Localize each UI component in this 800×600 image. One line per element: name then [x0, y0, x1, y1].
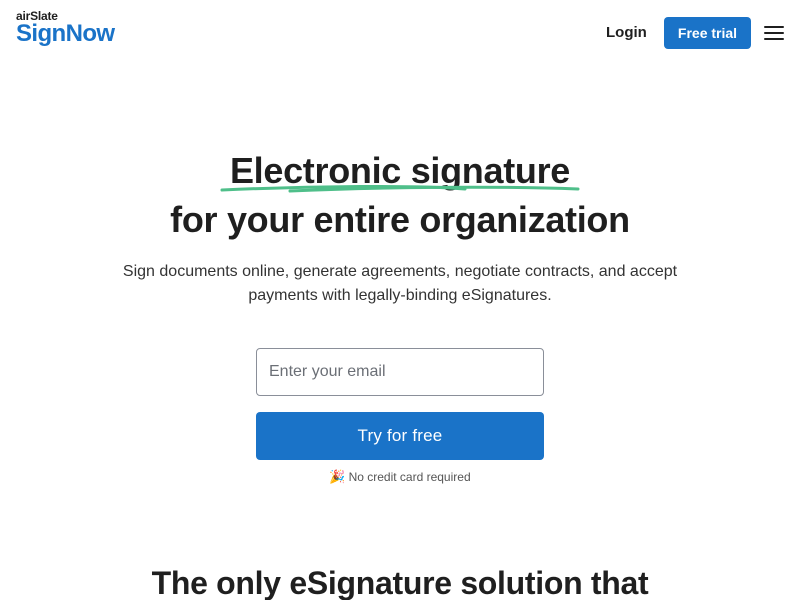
logo-signnow-text: SignNow [16, 20, 115, 47]
hero-title-line-2: for your entire organization [170, 199, 630, 240]
highlight-underline [220, 184, 580, 193]
party-popper-icon: 🎉 [329, 469, 346, 484]
menu-bar [764, 26, 784, 28]
signnow-logo[interactable]: airSlate SignNow [16, 9, 126, 49]
try-for-free-button[interactable]: Try for free [256, 412, 544, 460]
site-header: airSlate SignNow Login Free trial [0, 0, 800, 66]
no-credit-card-note: 🎉 No credit card required [0, 468, 800, 486]
section-title: The only eSignature solution that [151, 565, 649, 600]
menu-bar [764, 38, 784, 40]
menu-bar [764, 32, 784, 34]
no-credit-card-text: No credit card required [348, 470, 471, 484]
free-trial-button[interactable]: Free trial [664, 17, 751, 49]
hamburger-menu-icon[interactable] [763, 24, 785, 42]
login-link[interactable]: Login [606, 21, 647, 45]
hero-subtitle: Sign documents online, generate agreemen… [122, 263, 678, 304]
email-input[interactable] [256, 348, 544, 396]
